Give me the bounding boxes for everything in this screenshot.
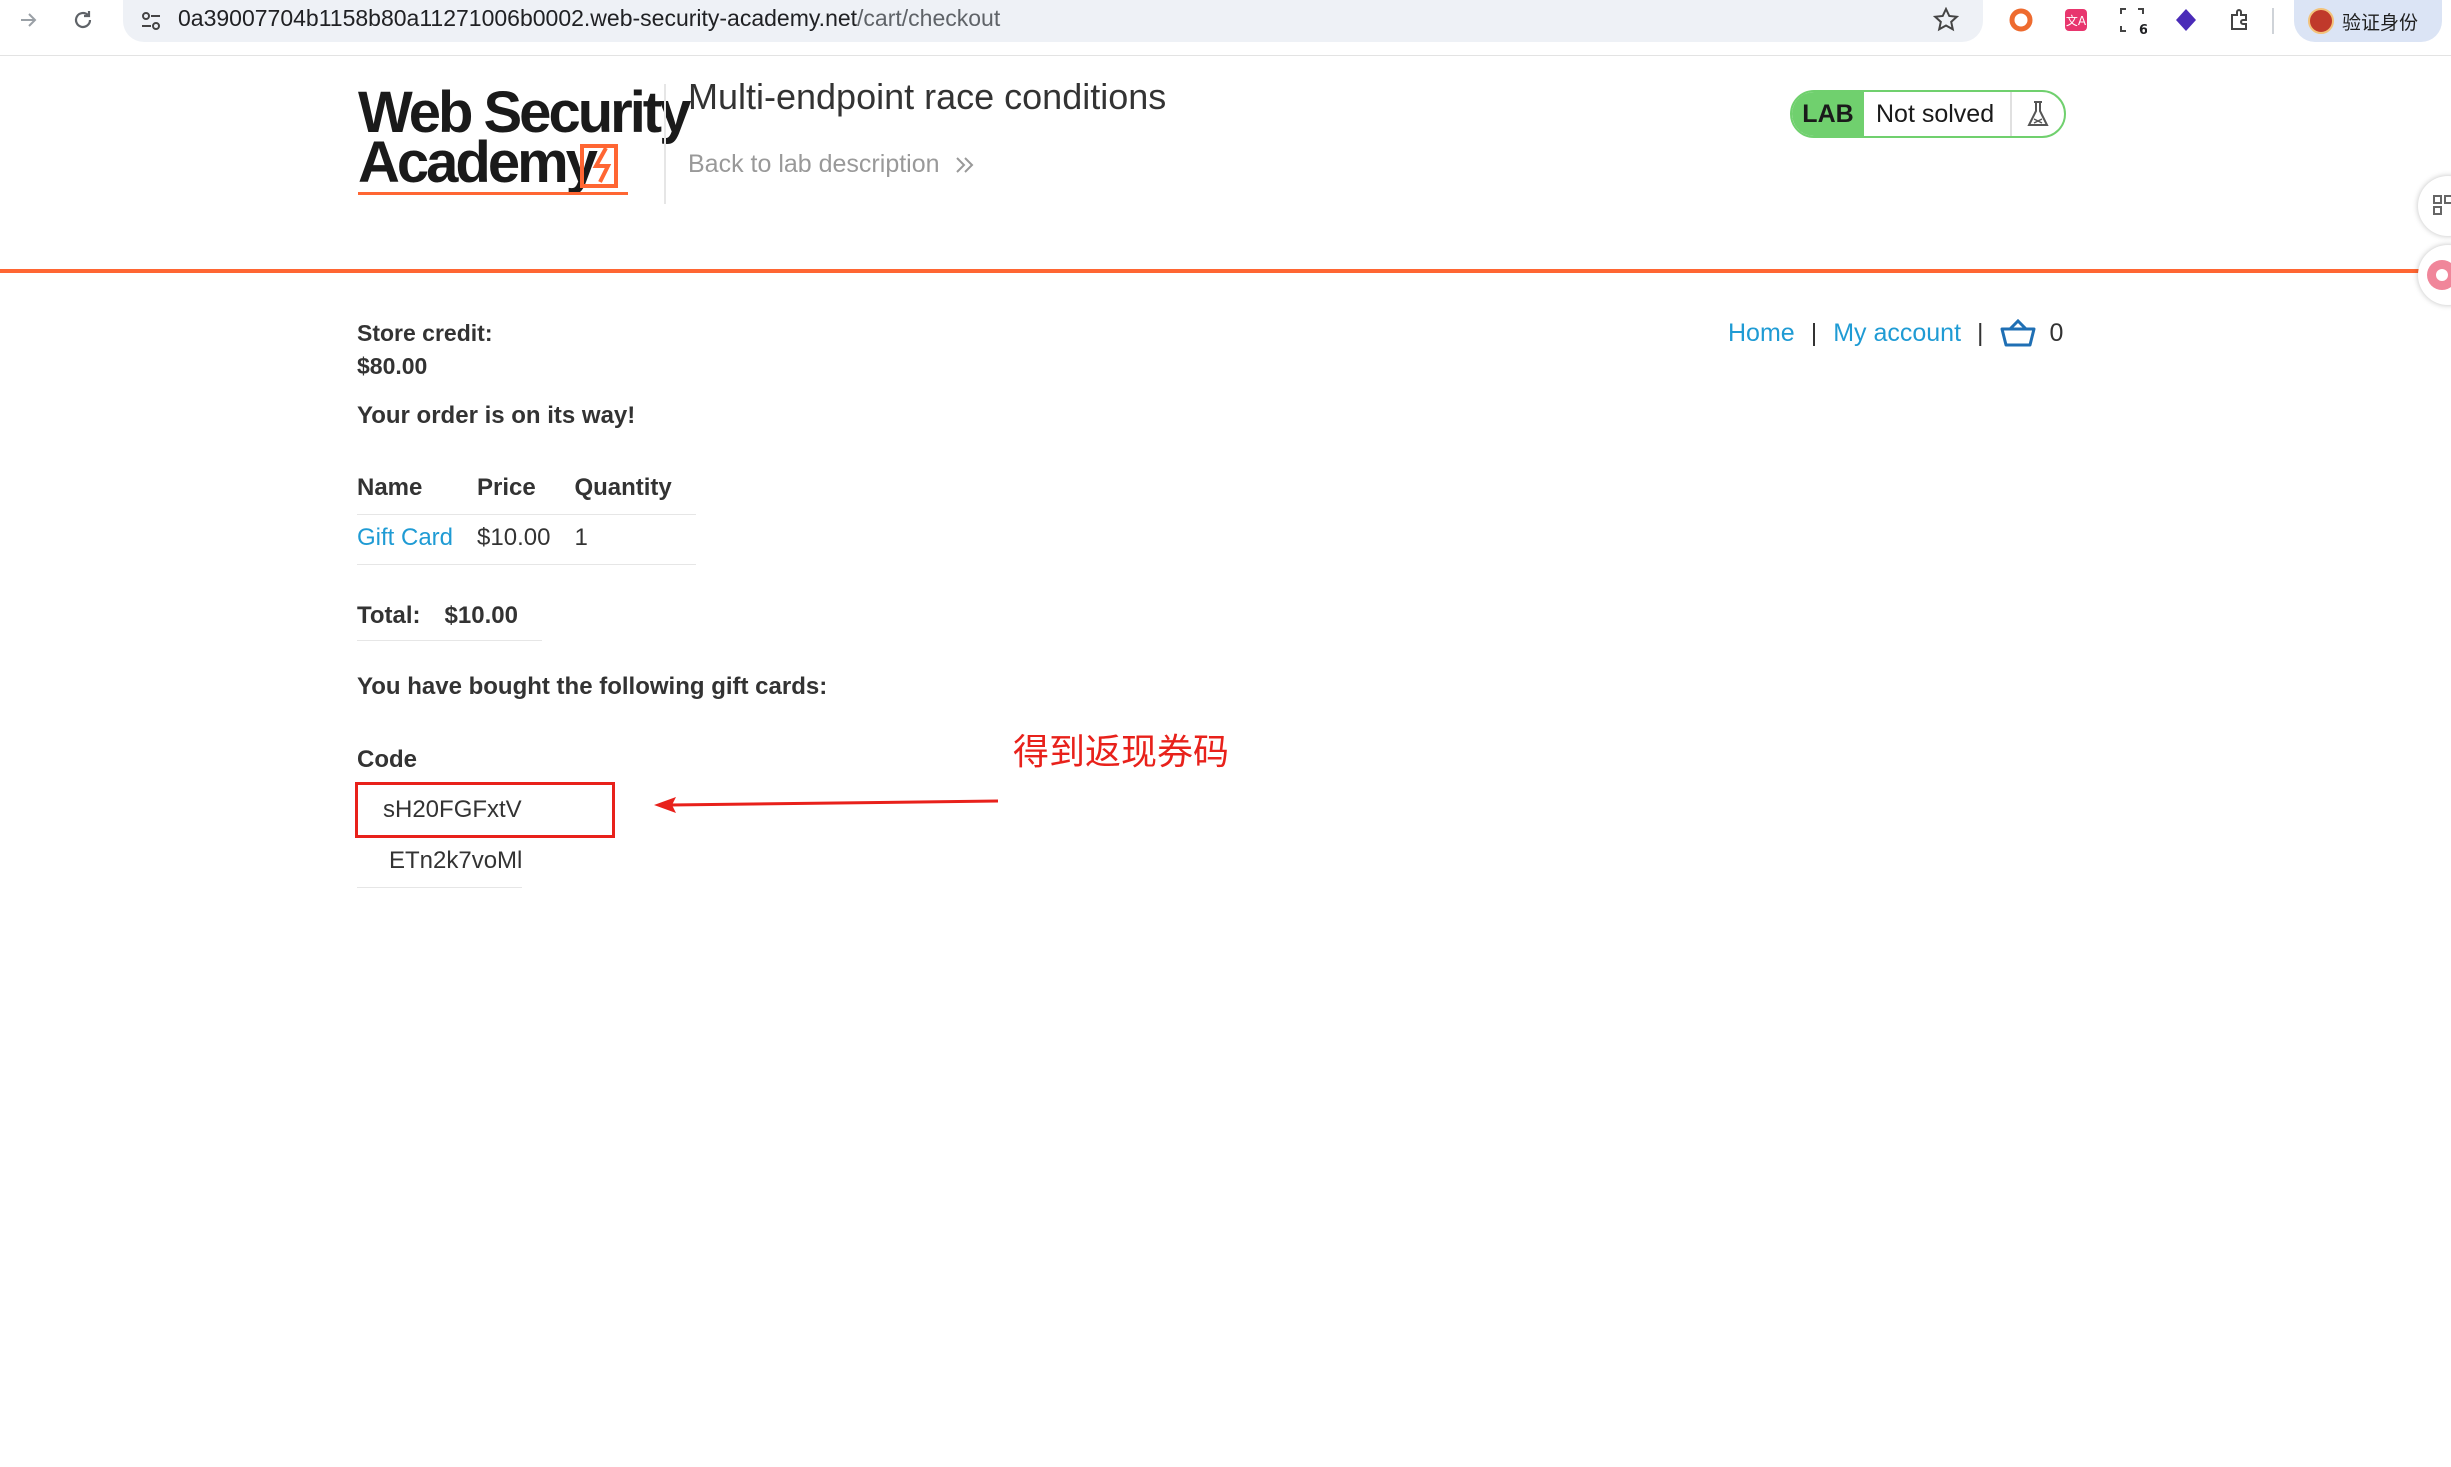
column-header-code: Code [357, 746, 417, 773]
table-header-row: Code [357, 742, 522, 786]
url-text: 0a39007704b1158b80a11271006b0002.web-sec… [178, 5, 1000, 32]
order-confirmation-message: Your order is on its way! [357, 402, 636, 429]
reload-icon[interactable] [68, 0, 98, 40]
total-label: Total: [357, 596, 445, 641]
profile-avatar [2308, 8, 2334, 34]
address-bar[interactable]: 0a39007704b1158b80a11271006b0002.web-sec… [123, 0, 1983, 42]
web-security-academy-logo[interactable]: Web Security Academy [358, 84, 691, 196]
side-floating-assistant-icon[interactable] [2418, 245, 2451, 305]
cart-count: 0 [2049, 318, 2064, 347]
table-header-row: Name Price Quantity [357, 468, 696, 515]
header-divider [664, 84, 666, 204]
extensions-puzzle-icon[interactable] [2224, 4, 2256, 36]
extension-screenshot-icon[interactable]: 6 [2116, 4, 2148, 36]
forward-icon[interactable] [14, 0, 44, 40]
store-credit-label: Store credit: [357, 320, 493, 346]
total-value: $10.00 [444, 596, 542, 641]
logo-line-2: Academy [358, 130, 598, 195]
extension-orange-ring-icon[interactable] [2005, 4, 2037, 36]
bookmark-star-icon[interactable] [1932, 6, 1960, 38]
column-header-name: Name [357, 468, 478, 515]
browser-toolbar: 0a39007704b1158b80a11271006b0002.web-sec… [0, 0, 2451, 56]
cart-basket-icon[interactable] [2000, 318, 2036, 348]
order-items-table: Name Price Quantity Gift Card $10.00 1 [357, 468, 696, 565]
nav-home-link[interactable]: Home [1728, 319, 1795, 348]
gift-cards-bought-message: You have bought the following gift cards… [357, 673, 828, 700]
annotation-label: 得到返现券码 [1013, 732, 1230, 773]
side-floating-grid-icon[interactable] [2418, 176, 2451, 236]
lab-tag: LAB [1792, 92, 1864, 136]
back-to-lab-label: Back to lab description [688, 150, 940, 178]
logo-underline [358, 192, 628, 195]
lab-status-text: Not solved [1864, 92, 2012, 136]
site-info-icon[interactable] [139, 9, 163, 38]
lab-status-widget: LAB Not solved [1790, 90, 2066, 138]
order-total-table: Total: $10.00 [357, 596, 542, 641]
svg-text:文A: 文A [2066, 13, 2087, 28]
table-row: ETn2k7voMl [357, 836, 523, 888]
item-price-cell: $10.00 [477, 514, 575, 565]
extension-badge: 6 [2139, 23, 2147, 35]
column-header-quantity: Quantity [574, 468, 696, 515]
nav-separator: | [1810, 318, 1818, 347]
logo-lightning-icon [580, 144, 618, 188]
url-path: /cart/checkout [857, 5, 1001, 31]
item-quantity-cell: 1 [574, 514, 696, 565]
gift-card-product-link[interactable]: Gift Card [357, 524, 453, 551]
toolbar-divider [2272, 8, 2274, 34]
top-nav: Home | My account | 0 [1728, 318, 2063, 348]
profile-label: 验证身份 [2342, 11, 2419, 34]
gift-card-code[interactable]: ETn2k7voMl [357, 836, 523, 888]
url-host: 0a39007704b1158b80a11271006b0002.web-sec… [178, 5, 858, 31]
annotation-highlight-box [355, 782, 615, 838]
nav-separator: | [1977, 318, 1984, 347]
profile-button[interactable]: 验证身份 [2294, 0, 2442, 42]
total-row: Total: $10.00 [357, 596, 542, 641]
store-credit-value: $80.00 [357, 353, 428, 379]
table-row: Gift Card $10.00 1 [357, 514, 696, 565]
flask-icon [2012, 92, 2064, 136]
item-name-cell: Gift Card [357, 514, 478, 565]
back-to-lab-link[interactable]: Back to lab description [688, 150, 976, 179]
header-orange-rule [0, 269, 2420, 273]
double-chevron-right-icon [955, 156, 973, 173]
lab-title: Multi-endpoint race conditions [688, 76, 1167, 117]
extension-diamond-icon[interactable] [2170, 4, 2202, 36]
column-header-price: Price [477, 468, 575, 515]
nav-my-account-link[interactable]: My account [1833, 319, 1961, 348]
annotation-arrow [654, 797, 999, 813]
extension-translate-icon[interactable]: 文A [2060, 4, 2092, 36]
